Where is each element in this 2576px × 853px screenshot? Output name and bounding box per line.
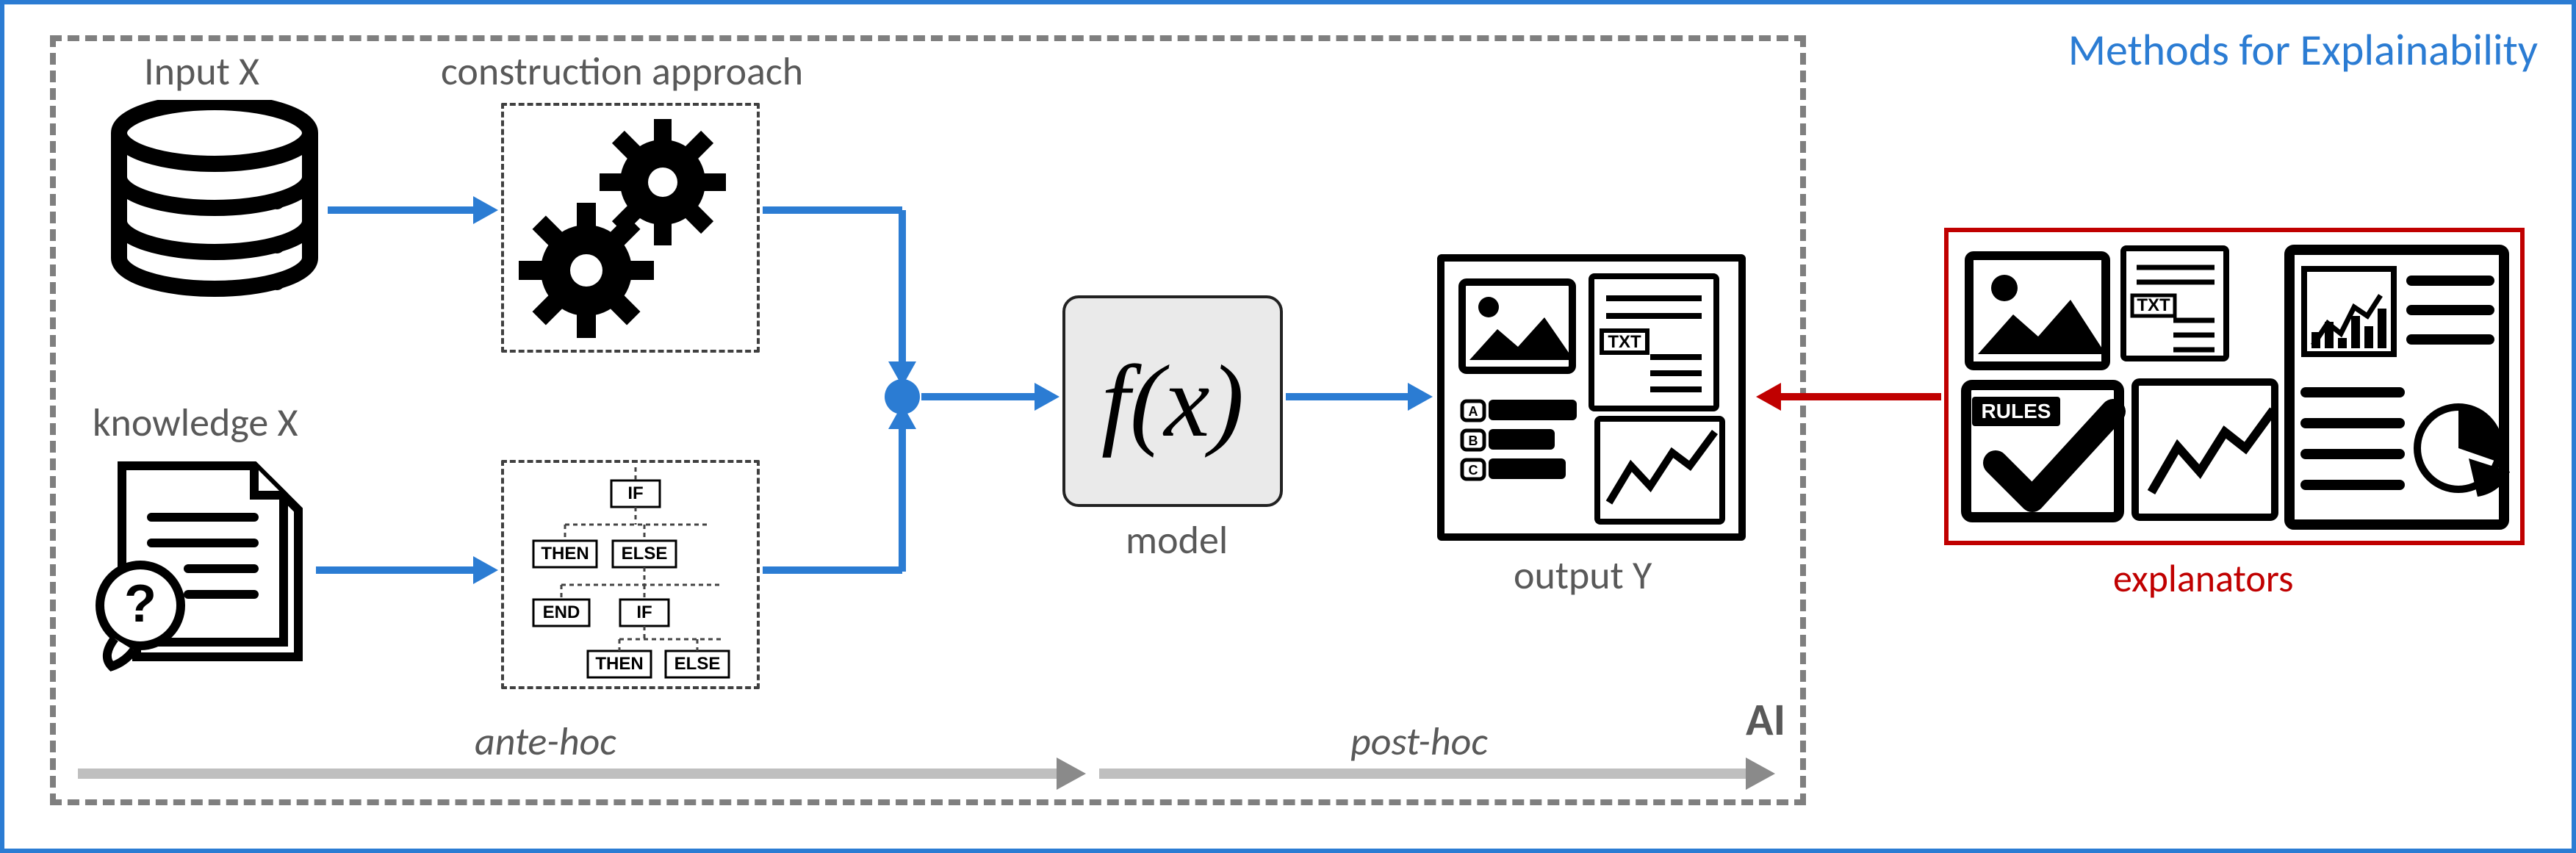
svg-text:IF: IF	[627, 483, 643, 503]
input-x-label: Input X	[144, 48, 259, 94]
merge-node	[885, 379, 920, 414]
svg-text:END: END	[543, 602, 580, 622]
diagram-title: Methods for Explainability	[2068, 25, 2538, 76]
svg-text:B: B	[1469, 433, 1478, 448]
explanators-label: explanators	[2113, 557, 2293, 601]
post-hoc-label: post-hoc	[1350, 719, 1488, 764]
model-fx-label: f(x)	[1101, 342, 1244, 461]
gears-icon	[516, 116, 745, 339]
svg-text:ELSE: ELSE	[622, 544, 668, 564]
ai-region-label: AI	[1746, 694, 1785, 746]
database-icon	[104, 100, 325, 306]
line-rules-out	[763, 566, 902, 574]
ante-hoc-label: ante-hoc	[475, 719, 616, 764]
svg-text:RULES: RULES	[1982, 400, 2051, 422]
svg-text:ELSE: ELSE	[674, 654, 721, 674]
knowledge-document-icon: ?	[78, 451, 313, 672]
rule-tree-icon: IF THEN ELSE END IF THEN ELSE	[501, 460, 760, 689]
svg-text:TXT: TXT	[1608, 332, 1641, 352]
ante-hoc-arrow	[78, 769, 1059, 779]
explanator-panel-icon: TXT RULES	[1944, 228, 2525, 545]
line-construction-out	[763, 206, 902, 214]
svg-text:A: A	[1469, 404, 1478, 419]
svg-text:THEN: THEN	[595, 654, 643, 674]
model-box: f(x)	[1062, 295, 1283, 507]
svg-text:THEN: THEN	[541, 544, 589, 564]
output-panel-icon: TXT A B C	[1437, 254, 1746, 541]
model-label: model	[1126, 517, 1228, 563]
explainability-diagram: Methods for Explainability AI Input X co…	[0, 0, 2576, 853]
svg-text:TXT: TXT	[2137, 295, 2170, 315]
knowledge-x-label: knowledge X	[93, 400, 298, 445]
svg-text:C: C	[1469, 463, 1478, 478]
svg-text:IF: IF	[636, 602, 652, 622]
post-hoc-arrow	[1099, 769, 1749, 779]
construction-approach-label: construction approach	[441, 48, 803, 94]
output-y-label: output Y	[1514, 553, 1652, 598]
svg-text:?: ?	[124, 575, 156, 633]
